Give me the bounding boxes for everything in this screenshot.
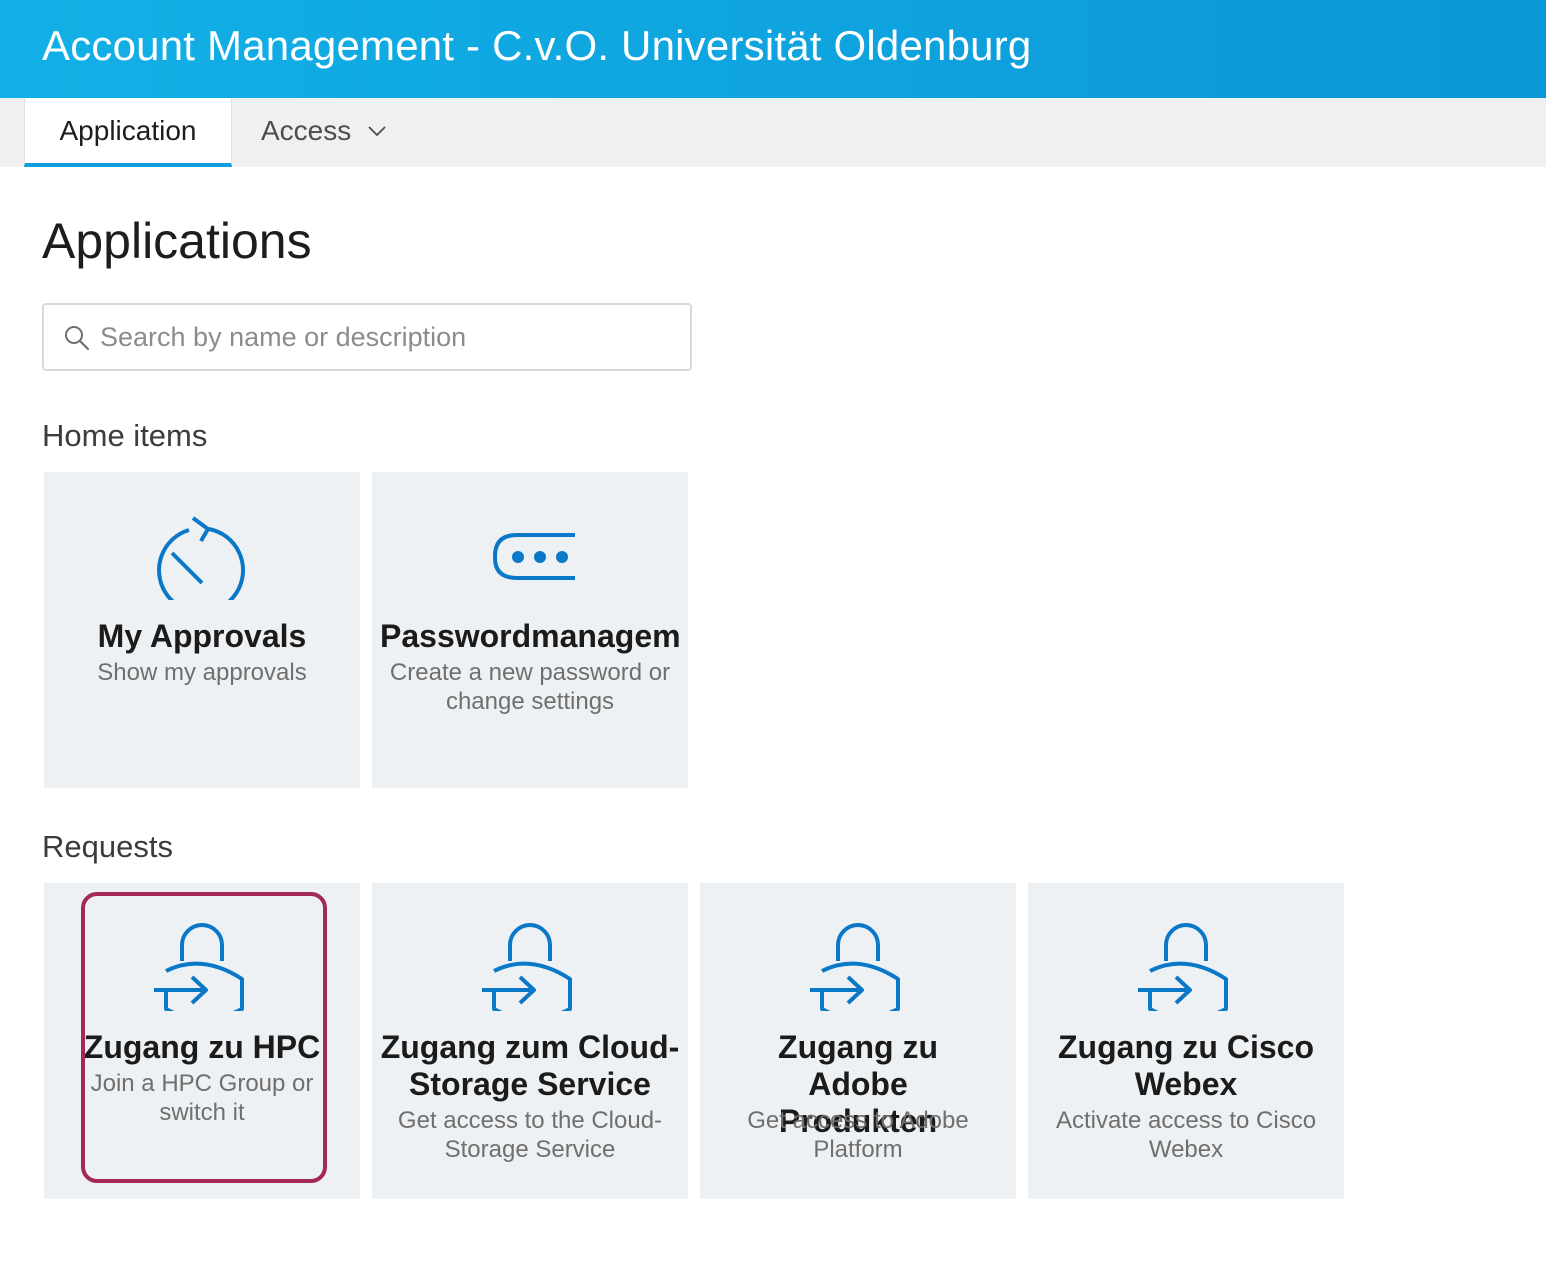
tile-title: Zugang zum Cloud-Storage Service [380,1029,680,1102]
nav-bar: Application Access [0,98,1546,167]
tile-zugang-webex[interactable]: Zugang zu Cisco Webex Activate access to… [1028,883,1344,1199]
lock-enter-icon [482,923,572,1011]
app-title: Account Management - C.v.O. Universität … [42,22,1032,69]
tile-description: Get access to Adobe Platform [747,1107,969,1163]
tile-description: Get access to the Cloud-Storage Service [397,1107,663,1163]
lock-enter-icon [810,923,900,1011]
tile-title: Zugang zu HPC [83,1029,321,1065]
tab-application[interactable]: Application [24,98,232,167]
section-title-home-items: Home items [42,418,208,453]
password-icon [493,533,575,580]
tile-my-approvals[interactable]: My Approvals Show my approvals [44,472,360,788]
tab-application-label: Application [59,115,197,146]
lock-enter-icon [154,923,244,1011]
tile-zugang-adobe[interactable]: Zugang zu Adobe Produkten Get access to … [700,883,1016,1199]
tile-zugang-cloud-storage[interactable]: Zugang zum Cloud-Storage Service Get acc… [372,883,688,1199]
tile-passwordmanagement[interactable]: Passwordmanagem Create a new password or… [372,472,688,788]
search-box [42,303,692,371]
tile-title: Zugang zu Cisco Webex [1058,1029,1314,1102]
search-input[interactable] [100,305,680,369]
tab-access-label: Access [261,115,352,146]
tile-description: Create a new password or change settings [389,659,671,715]
search-icon [65,326,90,351]
tile-title: My Approvals [97,618,307,654]
tile-description: Activate access to Cisco Webex [1055,1107,1317,1163]
approvals-icon [157,516,246,600]
tab-access[interactable]: Access [261,98,387,167]
page-title: Applications [42,213,312,269]
tile-title: Passwordmanagem [380,618,680,654]
tile-zugang-hpc[interactable]: Zugang zu HPC Join a HPC Group or switch… [44,883,360,1199]
chevron-down-icon [368,125,386,136]
lock-enter-icon [1138,923,1228,1011]
tile-description: Show my approvals [97,659,307,686]
section-title-requests: Requests [42,829,173,864]
app-header: Account Management - C.v.O. Universität … [0,0,1546,98]
tile-description: Join a HPC Group or switch it [90,1070,314,1126]
